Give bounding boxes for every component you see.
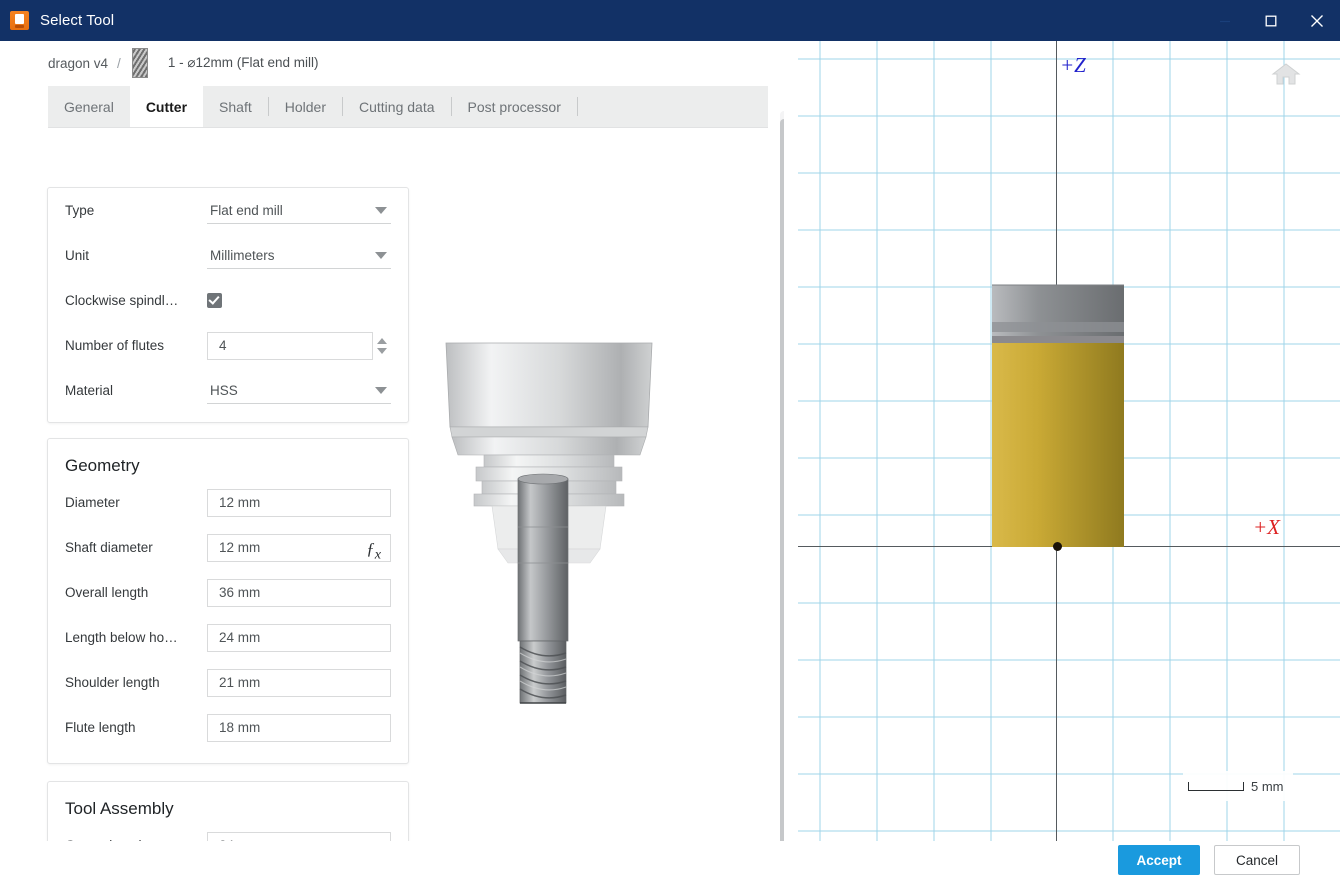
breadcrumb-library[interactable]: dragon v4 [48, 56, 108, 71]
label-length-below-holder: Length below ho… [65, 630, 178, 645]
scale-bar: 5 mm [1183, 771, 1293, 801]
row-gauge-length: Gauge length 24 mm ƒx [48, 823, 408, 841]
minimize-button[interactable] [1202, 0, 1248, 41]
type-value: Flat end mill [210, 202, 283, 218]
row-clockwise-spindle: Clockwise spindl… [48, 278, 408, 323]
chevron-down-icon [375, 252, 387, 259]
titlebar-left-group: Select Tool [0, 11, 114, 30]
row-diameter: Diameter 12 mm [48, 480, 408, 525]
shoulder-length-input[interactable]: 21 mm [207, 668, 391, 697]
label-unit: Unit [65, 248, 90, 263]
geometry-panel: Geometry Diameter 12 mm Shaft diameter 1… [47, 438, 409, 764]
left-pane-scrollbar[interactable] [780, 111, 784, 841]
formula-fx-icon[interactable]: ƒx [366, 539, 381, 563]
overall-length-input[interactable]: 36 mm [207, 578, 391, 607]
label-shoulder-length: Shoulder length [65, 675, 160, 690]
cutter-settings-panel: Type Flat end mill Unit Millimeters Cloc… [47, 187, 409, 423]
home-icon[interactable] [1271, 61, 1301, 87]
material-value: HSS [210, 382, 238, 398]
number-of-flutes-value: 4 [219, 338, 227, 353]
tab-general[interactable]: General [48, 86, 130, 127]
scrollbar-thumb[interactable] [780, 119, 784, 841]
scale-bar-rule [1188, 781, 1244, 791]
row-material: Material HSS [48, 368, 408, 413]
chevron-down-icon [375, 207, 387, 214]
axis-x-label: +X [1253, 515, 1280, 539]
close-button[interactable] [1294, 0, 1340, 41]
label-flute-length: Flute length [65, 720, 136, 735]
tool-assembly-preview [440, 331, 740, 711]
left-pane: dragon v4 / 1 - ⌀12mm (Flat end mill) Ge… [0, 41, 784, 841]
scale-bar-label: 5 mm [1251, 778, 1284, 794]
maximize-icon [1265, 15, 1277, 26]
diameter-input[interactable]: 12 mm [207, 488, 391, 517]
tool-assembly-render [445, 342, 653, 704]
row-shoulder-length: Shoulder length 21 mm [48, 660, 408, 705]
window-controls [1202, 0, 1340, 41]
tool-3d-viewport[interactable]: +Z +X 5 mm [798, 41, 1340, 841]
tool-assembly-panel: Tool Assembly Gauge length 24 mm ƒx [47, 781, 409, 841]
tab-cutting-data[interactable]: Cutting data [343, 86, 451, 127]
unit-dropdown[interactable]: Millimeters [207, 242, 391, 269]
label-diameter: Diameter [65, 495, 120, 510]
label-number-of-flutes: Number of flutes [65, 338, 165, 353]
stepper-up-icon[interactable] [377, 337, 387, 344]
row-unit: Unit Millimeters [48, 233, 408, 278]
stepper-down-icon[interactable] [377, 347, 387, 354]
overall-length-value: 36 mm [219, 585, 261, 600]
tool-origin-point [1053, 542, 1062, 551]
shoulder-length-value: 21 mm [219, 675, 261, 690]
label-shaft-diameter: Shaft diameter [65, 540, 153, 555]
breadcrumb-separator: / [117, 55, 121, 71]
shaft-diameter-input[interactable]: 12 mm ƒx [207, 533, 391, 563]
label-material: Material [65, 383, 114, 398]
tab-shaft[interactable]: Shaft [203, 86, 268, 127]
row-flute-length: Flute length 18 mm [48, 705, 408, 750]
accept-button[interactable]: Accept [1118, 845, 1200, 875]
fusion-app-icon [10, 11, 29, 30]
shaft-diameter-value: 12 mm [219, 540, 261, 555]
maximize-button[interactable] [1248, 0, 1294, 41]
tool-assembly-panel-title: Tool Assembly [65, 799, 174, 818]
number-of-flutes-input[interactable]: 4 [207, 331, 373, 360]
label-overall-length: Overall length [65, 585, 149, 600]
minimize-icon [1220, 20, 1230, 22]
material-dropdown[interactable]: HSS [207, 377, 391, 404]
axis-z-label: +Z [1060, 53, 1086, 77]
unit-value: Millimeters [210, 247, 275, 263]
row-type: Type Flat end mill [48, 188, 408, 233]
diameter-value: 12 mm [219, 495, 261, 510]
tab-post-processor[interactable]: Post processor [452, 86, 577, 127]
gauge-length-input[interactable]: 24 mm ƒx [207, 831, 391, 841]
tab-divider [576, 97, 578, 116]
row-shaft-diameter: Shaft diameter 12 mm ƒx [48, 525, 408, 570]
flute-length-value: 18 mm [219, 720, 261, 735]
dialog-footer: Accept Cancel [0, 841, 1340, 881]
tab-holder[interactable]: Holder [269, 86, 342, 127]
tab-bar: General Cutter Shaft Holder Cutting data… [48, 86, 768, 128]
close-icon [1311, 14, 1323, 27]
length-below-holder-value: 24 mm [219, 630, 261, 645]
row-number-of-flutes: Number of flutes 4 [48, 323, 408, 368]
chevron-down-icon [375, 387, 387, 394]
breadcrumb: dragon v4 / 1 - ⌀12mm (Flat end mill) [48, 48, 319, 78]
tab-cutter[interactable]: Cutter [129, 86, 204, 127]
row-length-below-holder: Length below ho… 24 mm [48, 615, 408, 660]
type-dropdown[interactable]: Flat end mill [207, 197, 391, 224]
number-of-flutes-stepper[interactable] [373, 332, 391, 360]
label-type: Type [65, 203, 95, 218]
row-overall-length: Overall length 36 mm [48, 570, 408, 615]
label-clockwise-spindle: Clockwise spindl… [65, 293, 179, 308]
tool-profile-render [992, 284, 1124, 547]
length-below-holder-input[interactable]: 24 mm [207, 623, 391, 652]
window-title: Select Tool [40, 12, 115, 29]
window-titlebar: Select Tool [0, 0, 1340, 41]
clockwise-spindle-checkbox[interactable] [207, 293, 222, 308]
breadcrumb-tool-name: 1 - ⌀12mm (Flat end mill) [167, 55, 319, 70]
flute-length-input[interactable]: 18 mm [207, 713, 391, 742]
cancel-button[interactable]: Cancel [1214, 845, 1300, 875]
end-mill-thumbnail-icon [131, 48, 148, 78]
geometry-panel-title: Geometry [65, 456, 140, 475]
